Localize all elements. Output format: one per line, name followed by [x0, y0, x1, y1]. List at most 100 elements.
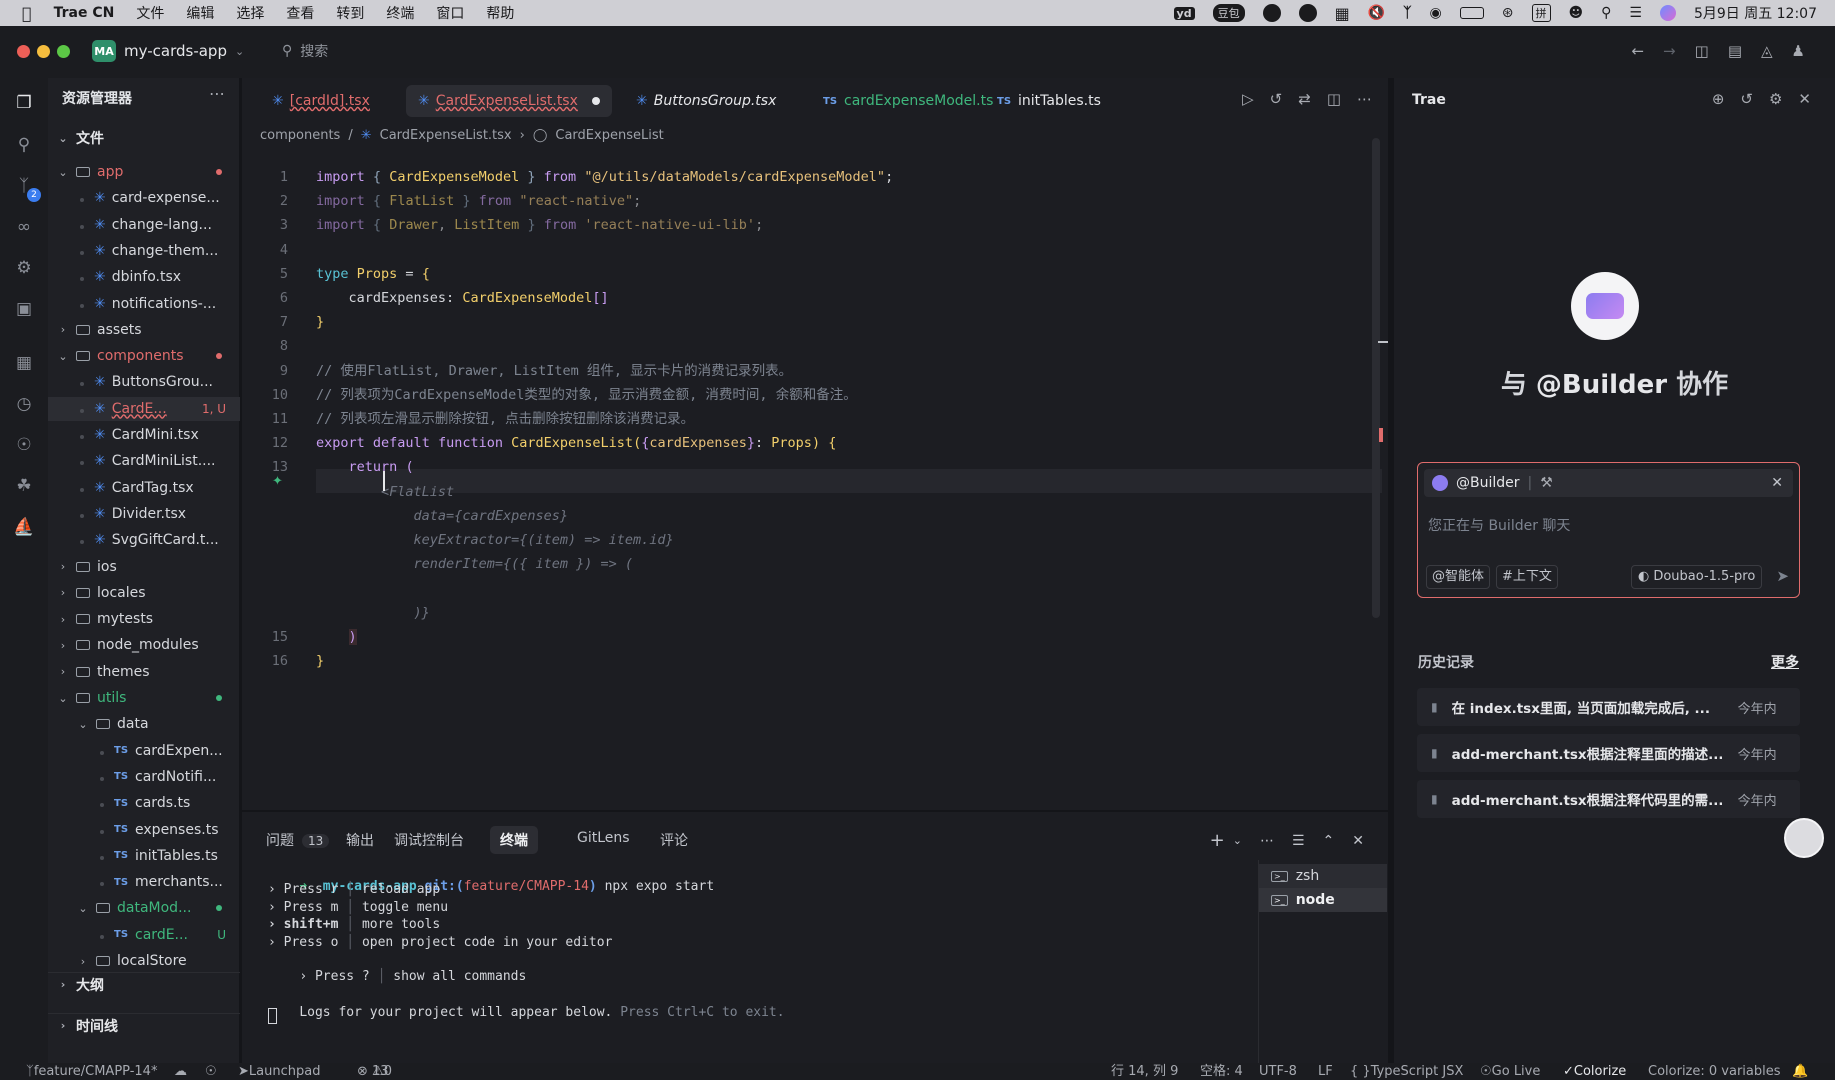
code-line[interactable] — [242, 576, 1382, 600]
folder-item[interactable]: ⌄ data — [48, 712, 240, 736]
close-icon[interactable]: ✕ — [1771, 475, 1783, 491]
history-icon[interactable]: ↺ — [1740, 90, 1753, 108]
more-actions-icon[interactable]: ⋯ — [209, 84, 225, 103]
user-avatar[interactable] — [1784, 818, 1824, 858]
project-switcher[interactable]: MA my-cards-app ⌄ — [92, 40, 244, 62]
debug-icon[interactable]: ⚙ — [13, 257, 35, 279]
file-item[interactable]: ✳ change-lang... — [48, 213, 240, 237]
gitlens-status-icon[interactable]: ☉ — [205, 1063, 217, 1080]
run-icon[interactable]: ▷ — [1242, 90, 1254, 108]
status-problems[interactable]: ⊗ 13 ⚠ 0 — [357, 1063, 392, 1080]
file-item[interactable]: TS merchants... — [48, 870, 240, 894]
history-item[interactable]: ▮ 在 index.tsx里面, 当页面加载完成后, ... 今年内 — [1417, 688, 1800, 726]
status-position[interactable]: 行 14, 列 9 — [1111, 1063, 1178, 1080]
code-line[interactable]: 15 ) — [242, 625, 1382, 649]
history-item[interactable]: ▮ add-merchant.tsx根据注释代码里的需... 今年内 — [1417, 780, 1800, 818]
menu-view[interactable]: 查看 — [286, 3, 314, 23]
close-icon[interactable]: ✕ — [1798, 90, 1811, 108]
back-arrow-icon[interactable]: ← — [1631, 42, 1644, 60]
status-spaces[interactable]: 空格: 4 — [1200, 1063, 1243, 1080]
file-item[interactable]: TS cardExpen... — [48, 739, 240, 763]
model-selector[interactable]: ◐ Doubao-1.5-pro — [1631, 565, 1763, 589]
code-line[interactable]: 13 return ( — [242, 455, 1382, 479]
chevron-down-icon[interactable]: ⌄ — [1233, 834, 1242, 847]
doubao-icon[interactable]: 豆包 — [1212, 4, 1245, 22]
notifications-icon[interactable]: 🔔 — [1792, 1063, 1808, 1080]
panel-settings-icon[interactable]: ☰ — [1292, 833, 1305, 849]
code-line[interactable]: 1 import { CardExpenseModel } from "@/uti… — [242, 165, 1382, 189]
moon-icon[interactable] — [1298, 4, 1317, 22]
file-item[interactable]: TS cards.ts — [48, 791, 240, 815]
file-item[interactable]: ✳ Divider.tsx — [48, 502, 240, 526]
docker-icon[interactable]: ⛵ — [13, 516, 35, 538]
code-line[interactable]: )} — [242, 601, 1382, 625]
tool-icon[interactable]: ⚒ — [1540, 475, 1553, 491]
folder-item[interactable]: › localStore — [48, 949, 240, 973]
code-line[interactable]: 3 import { Drawer, ListItem } from 'react… — [242, 213, 1382, 237]
folder-item[interactable]: › themes — [48, 660, 240, 684]
code-line[interactable]: <FlatList — [242, 480, 1382, 504]
code-line[interactable]: renderItem={({ item }) => ( — [242, 552, 1382, 576]
panel-tab[interactable]: 问题 13 — [256, 826, 339, 854]
send-icon[interactable]: ➤ — [1776, 567, 1789, 585]
control-center-icon[interactable]: ☰ — [1629, 5, 1642, 21]
panel-tab[interactable]: 输出 — [336, 826, 384, 854]
folder-item[interactable]: › node_modules — [48, 633, 240, 657]
toggle-aux-sidebar-icon[interactable]: ◬ — [1761, 42, 1773, 60]
zoom-window-button[interactable] — [57, 45, 70, 58]
code-line[interactable]: 6 cardExpenses: CardExpenseModel[] — [242, 286, 1382, 310]
code-line[interactable]: 7} — [242, 310, 1382, 334]
code-line[interactable]: 10 // 列表项为CardExpenseModel类型的对象, 显示消费金额, … — [242, 383, 1382, 407]
grid-icon[interactable]: ▦ — [1335, 4, 1350, 23]
status-launchpad[interactable]: ➤ Launchpad — [238, 1063, 320, 1080]
menu-terminal[interactable]: 终端 — [386, 3, 414, 23]
file-item[interactable]: TS initTables.ts — [48, 844, 240, 868]
builder-chip[interactable]: @Builder | ⚒ ✕ — [1424, 469, 1793, 497]
file-item[interactable]: ✳ CardMiniList.... — [48, 449, 240, 473]
sync-icon[interactable]: ☁ — [174, 1063, 187, 1080]
history-icon[interactable]: ↺ — [1270, 90, 1283, 108]
apple-icon[interactable]:  — [22, 4, 32, 23]
compare-icon[interactable]: ⇄ — [1298, 90, 1311, 108]
close-window-button[interactable] — [17, 45, 30, 58]
section-timeline[interactable]: › 时间线 — [48, 1013, 240, 1037]
more-actions-icon[interactable]: ⋯ — [1357, 90, 1372, 108]
youdao-icon[interactable]: yd — [1173, 6, 1195, 20]
new-chat-icon[interactable]: ⊕ — [1712, 90, 1725, 108]
file-item[interactable]: ✳ CardE... 1, U — [48, 396, 240, 421]
menu-help[interactable]: 帮助 — [486, 3, 514, 23]
tree-icon[interactable]: ☘ — [13, 475, 35, 497]
section-files[interactable]: ⌄ 文件 — [48, 126, 240, 150]
folder-item[interactable]: ⌄ components — [48, 344, 240, 368]
folder-item[interactable]: ⌄ dataMod... — [48, 896, 240, 920]
history-item[interactable]: ▮ add-merchant.tsx根据注释里面的描述... 今年内 — [1417, 734, 1800, 772]
file-item[interactable]: TS expenses.ts — [48, 818, 240, 842]
menu-file[interactable]: 文件 — [136, 3, 164, 23]
status-eol[interactable]: LF — [1318, 1063, 1333, 1080]
menu-window[interactable]: 窗口 — [436, 3, 464, 23]
section-outline[interactable]: › 大纲 — [48, 972, 240, 996]
code-line[interactable]: 11 // 列表项左滑显示删除按钮, 点击删除按钮删除该消费记录。 — [242, 407, 1382, 431]
remote-explorer-icon[interactable]: ▣ — [13, 298, 35, 320]
timeline-icon[interactable]: ◷ — [13, 393, 35, 415]
editor-tab[interactable]: TS cardExpenseModel.ts — [811, 85, 1005, 117]
editor-tab[interactable]: ✳ ButtonsGroup.tsx — [624, 85, 788, 117]
terminal-node[interactable]: >_ node — [1259, 888, 1387, 912]
breadcrumb-folder[interactable]: components — [260, 128, 340, 143]
close-panel-icon[interactable]: ✕ — [1352, 833, 1364, 849]
panel-tab[interactable]: 评论 — [650, 826, 698, 854]
code-line[interactable]: 5 type Props = { — [242, 262, 1382, 286]
terminal-zsh[interactable]: >_ zsh — [1259, 864, 1387, 888]
folder-item[interactable]: › locales — [48, 581, 240, 605]
code-line[interactable]: 4 — [242, 238, 1382, 262]
user-icon[interactable]: ☻ — [1569, 5, 1584, 21]
command-search[interactable]: ⚲ 搜索 — [282, 41, 328, 61]
mute-icon[interactable]: 🔇 — [1368, 5, 1385, 21]
file-item[interactable]: ✳ CardMini.tsx — [48, 423, 240, 447]
status-encoding[interactable]: UTF-8 — [1259, 1063, 1297, 1080]
folder-item[interactable]: › mytests — [48, 607, 240, 631]
menu-edit[interactable]: 编辑 — [186, 3, 214, 23]
chat-input-box[interactable]: @Builder | ⚒ ✕ 您正在与 Builder 聊天 @智能体 #上下文… — [1417, 462, 1800, 598]
toggle-panel-icon[interactable]: ▤ — [1728, 42, 1742, 60]
panel-tab[interactable]: 终端 — [490, 826, 538, 854]
